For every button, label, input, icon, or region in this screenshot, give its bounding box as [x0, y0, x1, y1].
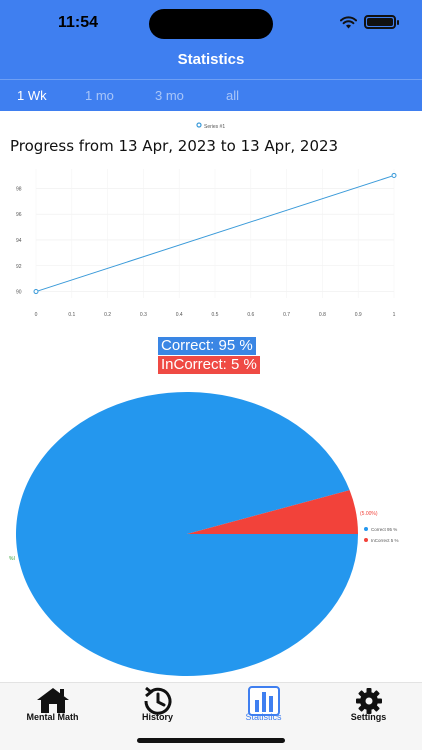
correct-percentage-label: Correct: 95 %: [158, 337, 256, 355]
dynamic-island: [149, 9, 273, 39]
y-tick-label: 94: [16, 238, 22, 244]
x-tick-label: 0.6: [247, 312, 254, 318]
data-point: [33, 289, 39, 295]
battery-icon: [364, 15, 399, 29]
tabbar-label: History: [141, 712, 173, 722]
tab-1-month[interactable]: 1 mo: [85, 88, 114, 103]
page-title: Statistics: [177, 51, 245, 68]
house-icon: [36, 688, 69, 713]
x-tick-label: 0.2: [104, 312, 111, 318]
tabbar-label: Mental Math: [26, 712, 79, 722]
x-tick-label: 0.8: [319, 312, 326, 318]
tabs-divider: [0, 79, 422, 80]
pie-legend-marker: [364, 538, 368, 542]
wifi-icon: [340, 15, 357, 28]
x-tick-label: 0.3: [140, 312, 147, 318]
y-tick-label: 90: [16, 290, 22, 296]
x-tick-label: 0.1: [68, 312, 75, 318]
tabbar-item-settings[interactable]: Settings: [316, 683, 421, 727]
x-tick-label: 0.4: [176, 312, 183, 318]
tabbar-label: Statistics: [245, 712, 282, 722]
x-tick-label: 0.7: [283, 312, 290, 318]
x-tick-label: 0.9: [355, 312, 362, 318]
status-icons: [340, 15, 399, 29]
y-tick-label: 98: [16, 186, 22, 192]
tabbar-item-history[interactable]: History: [105, 683, 210, 727]
line-chart-title: Progress from 13 Apr, 2023 to 13 Apr, 20…: [10, 137, 339, 155]
tabbar-item-statistics[interactable]: Statistics: [211, 683, 316, 727]
tabbar-label: Settings: [350, 712, 387, 722]
tab-all[interactable]: all: [226, 88, 239, 103]
incorrect-percentage-label: InCorrect: 5 %: [158, 356, 260, 374]
tab-1-week[interactable]: 1 Wk: [17, 88, 47, 103]
data-point: [391, 172, 397, 178]
accuracy-pie-chart: (5.00%) %I Correct 95 % InCorrect 5 %: [9, 392, 399, 676]
y-tick-label: 96: [16, 212, 22, 218]
y-tick-label: 92: [16, 264, 22, 270]
home-indicator: [137, 738, 285, 743]
status-time: 11:54: [58, 14, 99, 31]
legend-marker: [196, 122, 202, 128]
x-tick-label: 0.5: [212, 312, 219, 318]
slice-value-label: (5.00%): [360, 511, 378, 517]
tab-3-months[interactable]: 3 mo: [155, 88, 184, 103]
legend-label: Series #1: [204, 124, 225, 130]
status-bar: 11:54: [0, 0, 422, 46]
x-tick-label: 1: [393, 312, 396, 318]
tabbar-item-mental-math[interactable]: Mental Math: [0, 683, 105, 727]
pie-legend-label: Correct 95 %: [371, 527, 397, 532]
slice-value-label: %I: [9, 556, 15, 562]
pie-legend-marker: [364, 527, 368, 531]
pie-legend-label: InCorrect 5 %: [371, 538, 399, 543]
x-tick-label: 0: [35, 312, 38, 318]
